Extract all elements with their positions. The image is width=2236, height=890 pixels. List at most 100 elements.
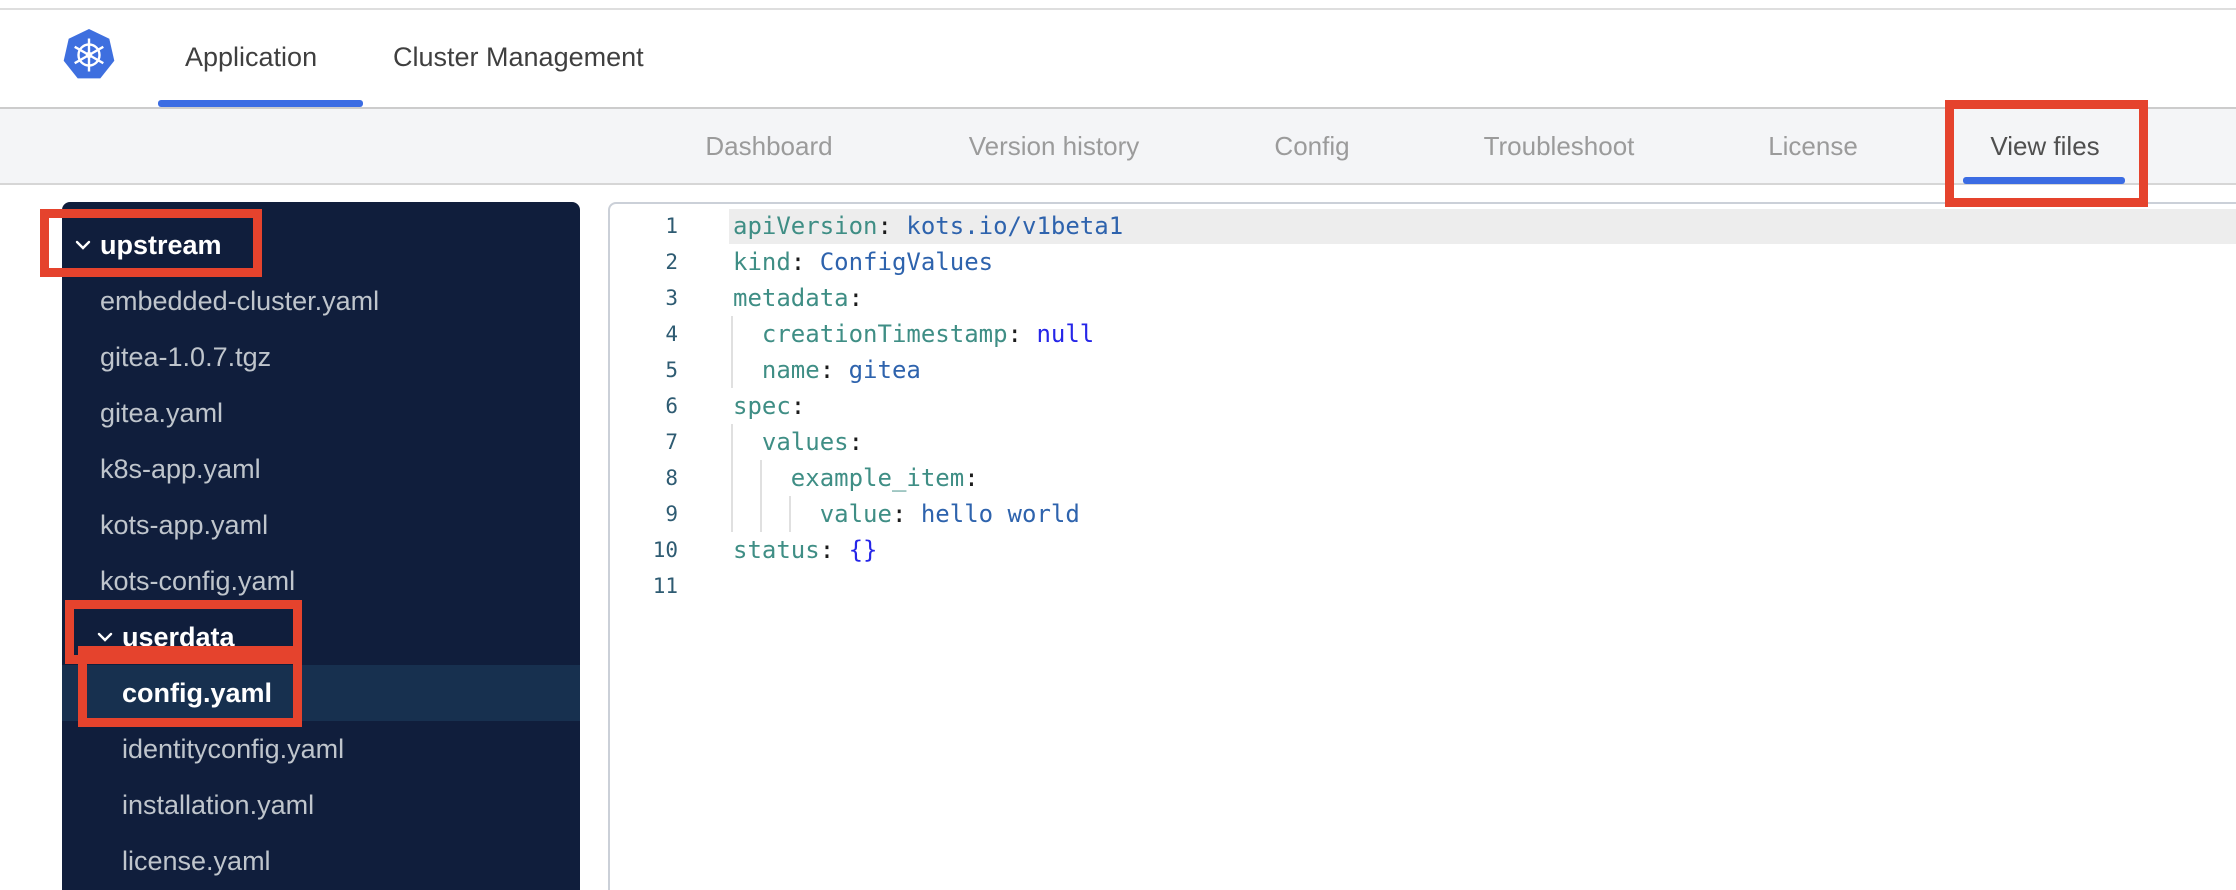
- token-p: :: [877, 212, 892, 240]
- tree-item-identityconfig.yaml[interactable]: identityconfig.yaml: [62, 721, 580, 777]
- tree-item-embedded-cluster.yaml[interactable]: embedded-cluster.yaml: [62, 273, 580, 329]
- subnav-tab-label: Troubleshoot: [1483, 130, 1635, 161]
- token-key: spec: [733, 392, 791, 420]
- tree-item-label: gitea-1.0.7.tgz: [100, 341, 272, 372]
- tree-item-k8s-app.yaml[interactable]: k8s-app.yaml: [62, 441, 580, 497]
- code-line-8: 8 example_item:: [610, 460, 2236, 496]
- token-p: :: [819, 356, 835, 384]
- code-line-9: 9 value: hello world: [610, 496, 2236, 532]
- line-number: 8: [665, 466, 678, 490]
- token-key: kind: [733, 248, 791, 276]
- line-number: 3: [665, 286, 678, 310]
- code-line-5: 5 name: gitea: [610, 352, 2236, 388]
- subnav-tab-label: View files: [1990, 130, 2100, 161]
- chevron-down-icon: [72, 234, 94, 256]
- header-tab-application[interactable]: Application: [185, 10, 317, 105]
- code-text: kind: ConfigValues: [733, 244, 993, 280]
- code-text: value: hello world: [733, 496, 1080, 532]
- tree-item-installation.yaml[interactable]: installation.yaml: [62, 777, 580, 833]
- chevron-down-icon: [94, 626, 116, 648]
- token-const: null: [1022, 320, 1095, 348]
- token-key: metadata: [733, 284, 849, 312]
- tree-item-label: license.yaml: [122, 845, 271, 876]
- code-line-3: 3 metadata:: [610, 280, 2236, 316]
- subnav-tab-troubleshoot[interactable]: Troubleshoot: [1484, 109, 1635, 183]
- token-p: :: [964, 464, 979, 492]
- token-sp: [733, 356, 762, 384]
- tree-item-label: kots-config.yaml: [100, 565, 296, 596]
- token-key: apiVersion: [733, 212, 878, 240]
- token-p: :: [848, 284, 864, 312]
- kots-admin-console: Application Cluster Management Dashboard…: [0, 0, 2236, 890]
- subnav-tab-version-history[interactable]: Version history: [969, 109, 1140, 183]
- active-subnav-tab-underline: [1963, 177, 2125, 184]
- subnav-tab-license[interactable]: License: [1768, 109, 1858, 183]
- tree-item-license.yaml[interactable]: license.yaml: [62, 833, 580, 889]
- token-str: ConfigValues: [805, 248, 994, 276]
- token-const: {}: [834, 536, 878, 564]
- token-str: kots.io/v1beta1: [891, 212, 1124, 240]
- header-tab-label: Cluster Management: [393, 42, 644, 72]
- tree-item-label: k8s-app.yaml: [100, 453, 261, 484]
- line-number: 6: [665, 394, 678, 418]
- code-text: apiVersion: kots.io/v1beta1: [733, 208, 1123, 244]
- token-p: :: [819, 536, 835, 564]
- tree-item-gitea.yaml[interactable]: gitea.yaml: [62, 385, 580, 441]
- tree-item-label: embedded-cluster.yaml: [100, 285, 380, 316]
- subnav-tab-config[interactable]: Config: [1274, 109, 1349, 183]
- app-header: Application Cluster Management: [0, 10, 2236, 109]
- code-line-4: 4 creationTimestamp: null: [610, 316, 2236, 352]
- code-line-1: 1 apiVersion: kots.io/v1beta1: [610, 208, 2236, 244]
- token-key: values: [761, 428, 849, 456]
- header-tab-cluster-management[interactable]: Cluster Management: [393, 10, 644, 105]
- line-number: 9: [665, 502, 678, 526]
- subnav-tab-dashboard[interactable]: Dashboard: [705, 109, 832, 183]
- token-sp: [733, 428, 762, 456]
- token-p: :: [790, 248, 806, 276]
- code-text: values:: [733, 424, 863, 460]
- code-line-7: 7 values:: [610, 424, 2236, 460]
- tree-item-label: kots-app.yaml: [100, 509, 269, 540]
- line-number: 11: [652, 574, 678, 598]
- token-p: :: [790, 392, 806, 420]
- token-sp: [733, 320, 762, 348]
- tree-item-gitea-1.0.7.tgz[interactable]: gitea-1.0.7.tgz: [62, 329, 580, 385]
- code-text: spec:: [733, 388, 805, 424]
- file-tree-sidebar: upstream embedded-cluster.yaml gitea-1.0.7…: [62, 202, 580, 890]
- token-key: value: [819, 500, 892, 528]
- tree-item-kots-app.yaml[interactable]: kots-app.yaml: [62, 497, 580, 553]
- subnav-tab-label: Version history: [968, 130, 1140, 161]
- subnav-tab-label: Config: [1274, 130, 1350, 161]
- line-number: 2: [665, 250, 678, 274]
- token-key: status: [733, 536, 820, 564]
- tree-item-label: identityconfig.yaml: [122, 733, 345, 764]
- active-header-tab-underline: [158, 100, 363, 107]
- code-line-10: 10 status: {}: [610, 532, 2236, 568]
- tree-item-config.yaml[interactable]: config.yaml: [62, 665, 580, 721]
- line-number: 1: [665, 214, 678, 238]
- token-p: :: [1007, 320, 1022, 348]
- code-line-11: 11: [610, 568, 2236, 604]
- file-viewer-editor[interactable]: 1 apiVersion: kots.io/v1beta1 2 kind: Confi…: [608, 202, 2236, 890]
- code-text: creationTimestamp: null: [733, 316, 1094, 352]
- token-sp: [733, 464, 791, 492]
- code-line-6: 6 spec:: [610, 388, 2236, 424]
- token-str: hello world: [906, 500, 1080, 528]
- tree-item-label: gitea.yaml: [100, 397, 224, 428]
- tree-item-label: userdata: [122, 621, 235, 652]
- code-line-2: 2 kind: ConfigValues: [610, 244, 2236, 280]
- code-text: name: gitea: [733, 352, 921, 388]
- token-p: :: [848, 428, 864, 456]
- code-text: example_item:: [733, 460, 979, 496]
- tree-item-kots-config.yaml[interactable]: kots-config.yaml: [62, 553, 580, 609]
- token-key: example_item: [790, 464, 965, 492]
- tree-item-upstream[interactable]: upstream: [62, 217, 580, 273]
- line-number: 10: [652, 538, 678, 562]
- kubernetes-logo-icon: [62, 28, 116, 82]
- tree-item-userdata[interactable]: userdata: [62, 609, 580, 665]
- subnav-tab-view-files[interactable]: View files: [1990, 109, 2099, 183]
- tree-item-label: config.yaml: [122, 677, 273, 708]
- token-key: name: [761, 356, 820, 384]
- token-str: gitea: [834, 356, 921, 384]
- tree-item-label: installation.yaml: [122, 789, 315, 820]
